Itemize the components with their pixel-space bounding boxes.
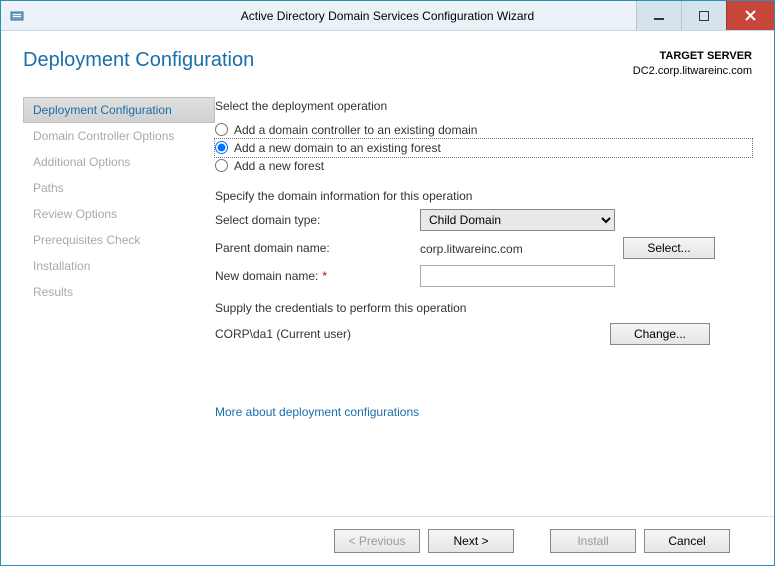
required-indicator: * (318, 269, 327, 283)
more-about-link[interactable]: More about deployment configurations (215, 405, 419, 419)
radio-add-dc-existing-domain[interactable]: Add a domain controller to an existing d… (215, 121, 752, 139)
radio-add-domain-existing-forest[interactable]: Add a new domain to an existing forest (215, 139, 752, 157)
parent-domain-value: corp.litwareinc.com (420, 239, 615, 256)
step-review-options[interactable]: Review Options (23, 201, 215, 227)
radio-label: Add a new domain to an existing forest (234, 141, 441, 155)
credentials-row: CORP\da1 (Current user) Change... (215, 323, 752, 345)
step-results[interactable]: Results (23, 279, 215, 305)
radio-add-new-forest[interactable]: Add a new forest (215, 157, 752, 175)
parent-domain-label: Parent domain name: (215, 241, 420, 255)
step-deployment-configuration[interactable]: Deployment Configuration (23, 97, 215, 123)
wizard-content: Deployment Configuration Domain Controll… (23, 95, 752, 498)
parent-domain-row: Parent domain name: corp.litwareinc.com … (215, 237, 752, 259)
deployment-radio-group: Add a domain controller to an existing d… (215, 121, 752, 175)
select-parent-button[interactable]: Select... (623, 237, 715, 259)
target-server-label: TARGET SERVER (633, 49, 752, 64)
radio-label: Add a domain controller to an existing d… (234, 123, 477, 137)
wizard-window: Active Directory Domain Services Configu… (0, 0, 775, 566)
app-icon (5, 9, 29, 23)
wizard-header: Deployment Configuration TARGET SERVER D… (23, 49, 752, 79)
close-button[interactable] (726, 1, 774, 30)
credentials-section: Supply the credentials to perform this o… (215, 301, 752, 345)
section-label: Supply the credentials to perform this o… (215, 301, 752, 315)
deployment-operation-section: Select the deployment operation Add a do… (215, 99, 752, 175)
radio-label: Add a new forest (234, 159, 324, 173)
domain-type-row: Select domain type: Child Domain (215, 209, 752, 231)
page-title: Deployment Configuration (23, 49, 254, 72)
previous-button[interactable]: < Previous (334, 529, 420, 553)
cancel-button[interactable]: Cancel (644, 529, 730, 553)
domain-type-select[interactable]: Child Domain (420, 209, 615, 231)
section-label: Select the deployment operation (215, 99, 752, 113)
change-credentials-button[interactable]: Change... (610, 323, 710, 345)
step-domain-controller-options[interactable]: Domain Controller Options (23, 123, 215, 149)
step-paths[interactable]: Paths (23, 175, 215, 201)
domain-info-section: Specify the domain information for this … (215, 189, 752, 287)
radio-input[interactable] (215, 141, 228, 154)
radio-input[interactable] (215, 159, 228, 172)
domain-type-label: Select domain type: (215, 213, 420, 227)
target-server-value: DC2.corp.litwareinc.com (633, 64, 752, 79)
step-prerequisites-check[interactable]: Prerequisites Check (23, 227, 215, 253)
titlebar: Active Directory Domain Services Configu… (1, 1, 774, 31)
wizard-body: Deployment Configuration TARGET SERVER D… (1, 31, 774, 565)
install-button[interactable]: Install (550, 529, 636, 553)
section-label: Specify the domain information for this … (215, 189, 752, 203)
main-panel: Select the deployment operation Add a do… (215, 95, 752, 498)
step-additional-options[interactable]: Additional Options (23, 149, 215, 175)
wizard-footer: < Previous Next > Install Cancel (23, 517, 752, 565)
window-controls (636, 1, 774, 30)
steps-sidebar: Deployment Configuration Domain Controll… (23, 95, 215, 498)
next-button[interactable]: Next > (428, 529, 514, 553)
radio-input[interactable] (215, 123, 228, 136)
new-domain-input[interactable] (420, 265, 615, 287)
new-domain-label: New domain name:* (215, 269, 420, 283)
target-server-info: TARGET SERVER DC2.corp.litwareinc.com (633, 49, 752, 79)
step-installation[interactable]: Installation (23, 253, 215, 279)
minimize-button[interactable] (636, 1, 681, 30)
current-user-text: CORP\da1 (Current user) (215, 327, 610, 341)
maximize-button[interactable] (681, 1, 726, 30)
new-domain-row: New domain name:* (215, 265, 752, 287)
